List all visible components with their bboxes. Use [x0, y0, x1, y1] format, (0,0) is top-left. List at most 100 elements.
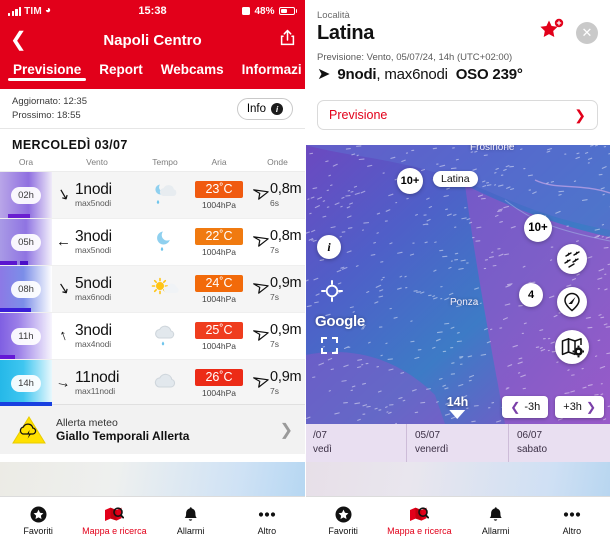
wind-values: 1nodi max5nodi — [75, 181, 112, 208]
alert-subtitle: Giallo Temporali Allerta — [56, 428, 190, 443]
time-marker-triangle — [449, 410, 466, 419]
day-strip: /07 vedì 05/07 venerdì 06/07 sabato — [305, 424, 610, 462]
nav-bar: ❮ Napoli Centro — [0, 22, 305, 58]
weather-map[interactable]: Frosinone Ponza Latina 10+ 10+ 4 i Googl… — [305, 145, 610, 424]
close-circle-icon[interactable]: ✕ — [576, 22, 598, 44]
wave-period-value: 7s — [270, 338, 279, 349]
step-back-button[interactable]: ❮ -3h — [502, 396, 549, 418]
table-row[interactable]: 08h ↘ 5nodi max6nodi 24˚C 1004hPa 0,9m 7s — [0, 266, 305, 313]
wave-direction-icon — [246, 324, 270, 349]
tab-report[interactable]: Report — [90, 58, 152, 77]
temperature-chip: 26˚C — [195, 368, 243, 386]
alert-title: Allerta meteo — [56, 416, 118, 429]
tabbar-label-allarmi: Allarmi — [481, 525, 510, 536]
wind-strength-bar — [0, 402, 52, 406]
weather-alert-banner[interactable]: Allerta meteo Giallo Temporali Allerta ❯ — [0, 404, 305, 454]
next-update-label: Prossimo: 18:55 — [12, 109, 81, 121]
updated-label: Aggiornato: 12:35 — [12, 95, 88, 107]
step-forward-button[interactable]: +3h ❯ — [555, 396, 604, 418]
tabbar-item-allarmi[interactable]: Allarmi — [153, 497, 229, 544]
tabbar-item-altro[interactable]: Altro — [534, 497, 610, 544]
tab-webcams[interactable]: Webcams — [152, 58, 233, 77]
wave-height-value: 0,8m — [270, 181, 302, 198]
cluster-marker-10plus-top[interactable]: 10+ — [397, 168, 423, 194]
wind-gust-value: max11nodi — [75, 386, 116, 397]
previsione-button[interactable]: Previsione ❯ — [317, 100, 598, 130]
table-row[interactable]: 05h ← 3nodi max5nodi 22˚C 1004hPa 0,8m 7s — [0, 219, 305, 266]
bottom-tab-bar-left: Favoriti Mappa e ricerca Allarmi Altro — [0, 496, 305, 544]
tabbar-item-altro[interactable]: Altro — [229, 497, 305, 544]
wind-strength-bar — [0, 261, 17, 265]
star-add-icon[interactable] — [538, 18, 564, 47]
update-meta-row: Aggiornato: 12:35 Prossimo: 18:55 Info i — [0, 89, 305, 129]
day-cell-giovedi[interactable]: /07 vedì — [305, 424, 407, 462]
cell-onde: 0,9m 7s — [250, 323, 305, 349]
temperature-chip: 23˚C — [195, 180, 243, 198]
day-cell-date: 05/07 — [415, 430, 441, 441]
map-city-chip-latina[interactable]: Latina — [433, 171, 478, 187]
wave-values: 0,9m 7s — [270, 323, 302, 349]
step-forward-label: +3h — [563, 401, 582, 413]
map-time-label: 14h — [446, 395, 469, 409]
wind-summary: ➤ 9nodi, max6nodi OSO 239° — [317, 66, 598, 83]
tab-previsione[interactable]: Previsione — [4, 58, 90, 81]
wind-barbs-icon[interactable] — [557, 244, 587, 274]
alert-text: Allerta meteo Giallo Temporali Allerta — [56, 417, 189, 443]
cell-aria: 22˚C 1004hPa — [188, 227, 250, 257]
wind-direction-icon: ↘ — [55, 185, 72, 205]
cluster-marker-4[interactable]: 4 — [519, 283, 543, 307]
map-gear-icon[interactable] — [555, 330, 589, 364]
day-cell-sabato[interactable]: 06/07 sabato — [509, 424, 610, 462]
cloud-icon — [142, 370, 188, 396]
tabbar-label-altro: Altro — [257, 525, 277, 536]
map-info-button[interactable]: i — [317, 235, 341, 259]
pressure-value: 1004hPa — [201, 340, 237, 351]
fullscreen-icon[interactable] — [321, 337, 338, 354]
tabbar-item-favoriti[interactable]: Favoriti — [305, 497, 381, 544]
table-row[interactable]: 11h ↑ 3nodi max4nodi 25˚C 1004hPa 0,9m 7s — [0, 313, 305, 360]
right-panel-map: Località Latina ✕ Previsione: Vento, 05/… — [305, 0, 610, 544]
tabbar-item-favoriti[interactable]: Favoriti — [0, 497, 76, 544]
tabbar-item-allarmi[interactable]: Allarmi — [458, 497, 534, 544]
update-times: Aggiornato: 12:35 Prossimo: 18:55 — [12, 95, 87, 123]
cell-aria: 26˚C 1004hPa — [188, 368, 250, 398]
chevron-right-icon[interactable]: ❯ — [280, 420, 293, 440]
ad-banner-right[interactable] — [305, 462, 610, 496]
cell-onde: 0,8m 6s — [250, 181, 305, 208]
tabbar-item-mappa[interactable]: Mappa e ricerca — [381, 497, 457, 544]
moon-cloud-rain-icon — [142, 182, 188, 208]
wind-values: 3nodi max5nodi — [75, 228, 112, 256]
locate-crosshair-icon[interactable] — [321, 280, 343, 302]
compass-pin-icon[interactable] — [557, 287, 587, 317]
wave-height-value: 0,9m — [270, 369, 302, 386]
cluster-marker-10plus-right[interactable]: 10+ — [524, 214, 552, 242]
share-icon[interactable] — [280, 29, 295, 51]
moon-rain-icon — [142, 229, 188, 255]
wind-direction-icon: ← — [56, 233, 71, 251]
tabbar-item-mappa[interactable]: Mappa e ricerca — [76, 497, 152, 544]
cell-ora: 02h — [0, 172, 52, 218]
tab-informazioni[interactable]: Informazi — [233, 58, 305, 77]
map-label-ponza: Ponza — [450, 297, 479, 308]
day-cell-name: venerdì — [415, 443, 449, 455]
wind-gust-value: max6nodi — [75, 292, 112, 303]
wind-gust-value: max5nodi — [75, 245, 112, 256]
time-step-controls: ❮ -3h +3h ❯ — [502, 396, 604, 418]
wind-speed-value: 11nodi — [75, 368, 120, 386]
col-header-tempo: Tempo — [152, 157, 178, 167]
table-row[interactable]: 02h ↘ 1nodi max5nodi 23˚C 1004hPa 0,8m 6s — [0, 172, 305, 219]
info-icon: i — [271, 102, 283, 115]
tab-strip: Previsione Report Webcams Informazi — [0, 58, 305, 89]
ad-banner-left[interactable] — [0, 462, 305, 496]
temperature-chip: 22˚C — [195, 227, 243, 245]
table-row[interactable]: 14h → 11nodi max11nodi 26˚C 1004hPa 0,9m 7s — [0, 360, 305, 407]
cell-vento: ↘ 5nodi max6nodi — [52, 275, 142, 303]
wind-direction-value: OSO 239° — [455, 66, 523, 83]
hour-label: 14h — [11, 374, 41, 392]
temperature-chip: 25˚C — [195, 321, 243, 339]
info-button[interactable]: Info i — [236, 97, 293, 120]
wave-values: 0,9m 7s — [270, 369, 302, 396]
day-cell-venerdi[interactable]: 05/07 venerdì — [407, 424, 509, 462]
forecast-table: 02h ↘ 1nodi max5nodi 23˚C 1004hPa 0,8m 6s 05h ← 3n… — [0, 172, 305, 407]
ellipsis-icon — [562, 506, 582, 523]
